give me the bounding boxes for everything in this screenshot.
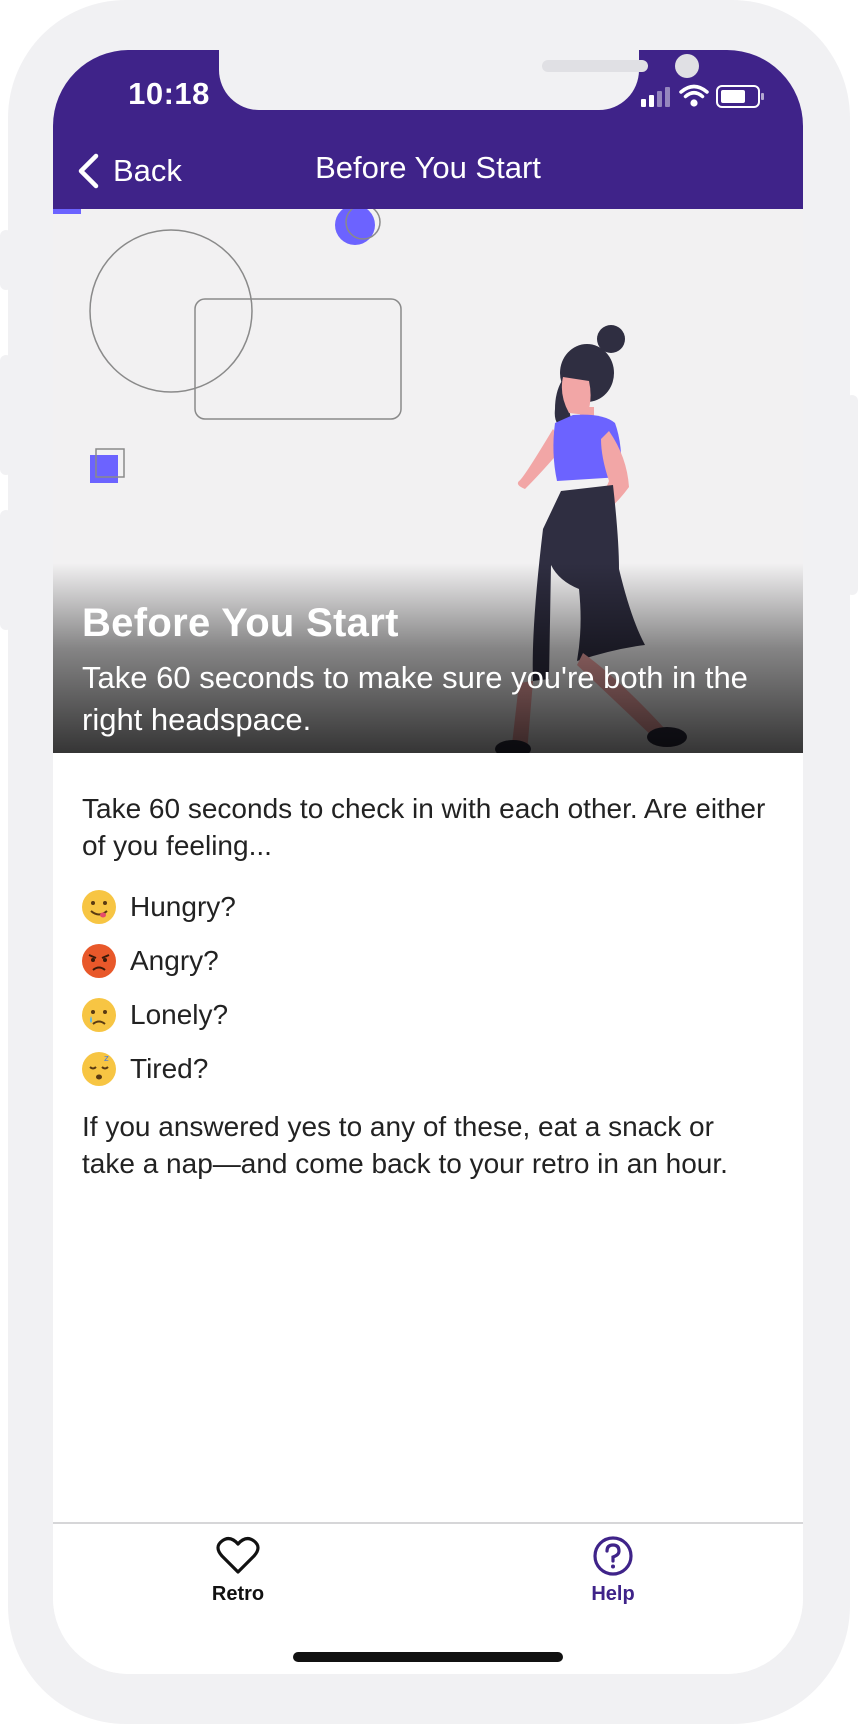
hero-subtitle: Take 60 seconds to make sure you're both… [82,660,748,737]
question-circle-icon [593,1536,633,1576]
content-body: Take 60 seconds to check in with each ot… [82,790,772,1210]
back-label: Back [113,153,182,188]
sleeping-face-icon: z [82,1052,116,1086]
feeling-label: Lonely? [130,999,229,1030]
tab-retro-label: Retro [211,1583,265,1605]
feeling-label: Tired? [130,1053,209,1084]
app-screen: 10:18 Back Before You Start Before You S… [53,50,803,1674]
yum-face-icon [82,890,116,924]
intro-text: Take 60 seconds to check in with each ot… [82,793,766,861]
side-button-volume-down [0,510,12,630]
status-icons [641,82,771,112]
feeling-item-lonely: Lonely? [82,988,772,1042]
top-bar: 10:18 Back Before You Start [53,50,803,209]
chevron-left-icon [78,153,99,189]
front-camera [675,54,699,78]
outro-text: If you answered yes to any of these, eat… [82,1111,728,1179]
tab-help-label: Help [591,1583,635,1605]
crying-face-icon [82,998,116,1032]
side-button-power [846,395,858,595]
notch [219,50,699,110]
feeling-item-hungry: Hungry? [82,880,772,934]
tab-help[interactable]: Help [553,1536,673,1606]
hero-title: Before You Start [82,601,399,645]
feeling-label: Hungry? [130,891,236,922]
feeling-label: Angry? [130,945,219,976]
nav-title: Before You Start [315,150,541,185]
heart-icon [216,1537,260,1574]
tab-retro[interactable]: Retro [178,1536,298,1606]
status-time: 10:18 [128,76,210,111]
hero-banner: Before You Start Take 60 seconds to make… [53,209,803,753]
home-indicator[interactable] [293,1652,563,1662]
back-button[interactable]: Back [77,148,182,194]
svg-text:z: z [104,1054,109,1064]
feeling-item-angry: Angry? [82,934,772,988]
angry-face-icon [82,944,116,978]
feeling-item-tired: z Tired? [82,1042,772,1096]
speaker [542,60,648,72]
status-indicators-icon [641,84,764,108]
side-button-mute [0,230,12,290]
side-button-volume-up [0,355,12,475]
